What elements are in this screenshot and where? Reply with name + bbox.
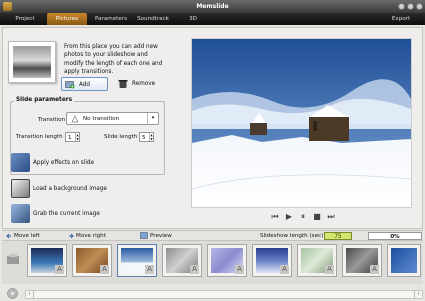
transition-badge-icon: A — [325, 265, 334, 274]
move-right-button[interactable]: Move right — [76, 233, 106, 239]
title-bar: Memslide — [0, 0, 425, 13]
menu-bar: Project Pictures Parameters Soundtrack 3… — [0, 13, 425, 25]
maximize-icon[interactable] — [407, 3, 414, 10]
play-button[interactable]: ▶ — [284, 212, 294, 222]
timeline-scrollbar[interactable]: ‹ › — [25, 290, 423, 299]
pictures-illustration — [8, 41, 56, 83]
timeline-frame[interactable]: A — [207, 244, 247, 277]
add-picture-icon — [65, 81, 75, 89]
spinner-arrows-icon[interactable]: ▲ ▼ — [149, 133, 153, 141]
load-background-label: Load a background image — [33, 186, 107, 192]
timeline-settings-icon[interactable] — [6, 253, 20, 267]
arrow-left-icon — [6, 233, 11, 239]
add-button[interactable]: Add — [61, 77, 108, 91]
tab-export[interactable]: Export — [386, 13, 416, 25]
timeline-frame[interactable]: A — [252, 244, 292, 277]
tab-parameters[interactable]: Parameters — [91, 13, 131, 25]
slide-length-spinner[interactable]: 5 ▲ ▼ — [139, 132, 154, 142]
load-background-button[interactable]: Load a background image — [11, 179, 161, 199]
tab-pictures[interactable]: Pictures — [47, 13, 87, 25]
transition-badge-icon: A — [55, 265, 64, 274]
apply-effects-button[interactable]: Apply effects on slide — [11, 153, 161, 173]
slide-parameters-title: Slide parameters — [14, 97, 75, 103]
stop-button[interactable]: ■ — [312, 212, 322, 222]
window-title: Memslide — [196, 3, 229, 10]
apply-effects-label: Apply effects on slide — [33, 160, 95, 166]
timeline-frame[interactable]: A — [162, 244, 202, 277]
chevron-down-icon[interactable]: ▾ — [147, 113, 158, 124]
tab-project[interactable]: Project — [8, 13, 42, 25]
timeline-frame[interactable]: A — [297, 244, 337, 277]
progress-text: 0% — [390, 233, 400, 240]
last-slide-button[interactable]: ⏭ — [326, 212, 336, 222]
effects-icon — [11, 153, 30, 172]
transition-badge-icon: A — [190, 265, 199, 274]
progress-bar: 0% — [368, 232, 422, 240]
transition-badge-icon: A — [100, 265, 109, 274]
disc-icon — [7, 288, 18, 299]
scroll-left-icon[interactable]: ‹ — [26, 291, 34, 298]
background-image-icon — [11, 179, 30, 198]
timeline-strip: A A A A A A A A — [2, 241, 423, 284]
timeline-frame[interactable] — [387, 244, 421, 277]
close-icon[interactable] — [416, 3, 423, 10]
timeline-frame[interactable]: A — [342, 244, 382, 277]
tab-soundtrack[interactable]: Soundtrack — [134, 13, 172, 25]
main-panel: From this place you can add new photos t… — [2, 27, 423, 229]
remove-picture-icon — [118, 80, 128, 88]
tab-3d[interactable]: 3D — [182, 13, 204, 25]
remove-button[interactable]: Remove — [115, 77, 160, 91]
preview-image — [192, 39, 411, 207]
transition-badge-icon: A — [145, 265, 154, 274]
scroll-right-icon[interactable]: › — [414, 291, 422, 298]
transition-label: Transition — [38, 117, 66, 123]
move-left-button[interactable]: Move left — [14, 233, 40, 239]
minimize-icon[interactable] — [398, 3, 405, 10]
arrow-right-icon — [69, 233, 74, 239]
slideshow-length-label: Slideshow length (sec) — [260, 233, 324, 239]
transition-badge-icon: A — [370, 265, 379, 274]
slide-preview — [191, 38, 412, 208]
grab-image-label: Grab the current image — [33, 211, 100, 217]
transition-badge-icon: A — [280, 265, 289, 274]
camera-icon — [11, 204, 30, 223]
transition-length-label: Transition length — [16, 134, 63, 140]
timeline-frame[interactable]: A — [117, 244, 157, 277]
slide-length-label: Slide length — [104, 134, 138, 140]
transition-icon — [71, 115, 79, 123]
timeline-frame[interactable]: A — [72, 244, 112, 277]
preview-icon — [140, 232, 148, 239]
transition-length-spinner[interactable]: 1 ▲ ▼ — [65, 132, 80, 142]
slide-length-value: 5 — [142, 134, 146, 141]
pause-button[interactable]: ⏸ — [298, 212, 308, 222]
timeline-frame[interactable]: A — [27, 244, 67, 277]
add-button-label: Add — [79, 82, 91, 88]
spinner-arrows-icon[interactable]: ▲ ▼ — [75, 133, 79, 141]
preview-button[interactable]: Preview — [150, 233, 172, 239]
remove-button-label: Remove — [132, 81, 156, 87]
first-slide-button[interactable]: ⏮ — [270, 212, 280, 222]
transition-value: No transition — [83, 116, 120, 122]
transition-badge-icon: A — [235, 265, 244, 274]
transition-length-value: 1 — [68, 134, 72, 141]
timeline-toolbar: Move left Move right Preview Slideshow l… — [2, 230, 423, 241]
grab-image-button[interactable]: Grab the current image — [11, 204, 161, 224]
transition-select[interactable]: No transition ▾ — [66, 112, 159, 125]
slideshow-length-value: 75 — [324, 232, 352, 240]
intro-text: From this place you can add new photos t… — [64, 44, 163, 76]
